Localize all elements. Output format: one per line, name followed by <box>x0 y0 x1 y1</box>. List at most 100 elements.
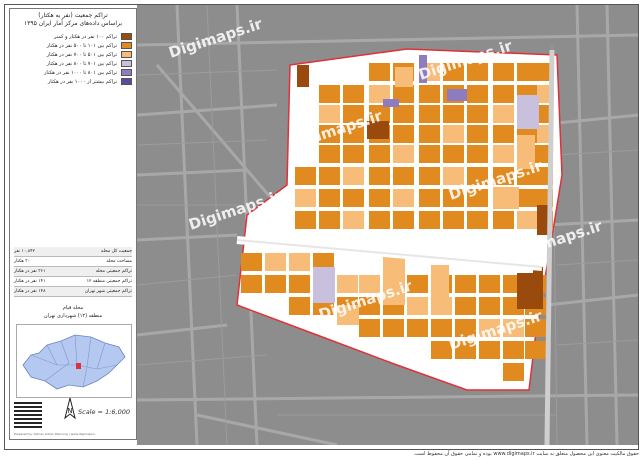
city-block <box>525 341 546 359</box>
city-block <box>467 105 488 123</box>
north-arrow-icon: N <box>64 398 76 420</box>
city-block <box>431 265 449 305</box>
city-block <box>343 189 364 207</box>
city-block <box>431 319 452 337</box>
city-block <box>503 341 524 359</box>
stat-label: مساحت محله <box>106 259 132 264</box>
city-block <box>383 319 404 337</box>
location-inset-map <box>16 324 132 398</box>
city-block <box>369 63 390 81</box>
city-block <box>393 125 414 143</box>
area-title: محله قیام منطقه (۱۲) شهرداری تهران <box>10 304 136 320</box>
legend-class-0: تراکم ۱۰۰ نفر در هکتار و کمتر <box>14 32 132 41</box>
city-block <box>393 189 414 207</box>
city-block <box>419 105 440 123</box>
stat-label: تراکم جمعیتی منطقه ۱۲ <box>86 279 132 284</box>
city-block <box>517 63 538 81</box>
city-block <box>343 85 364 103</box>
city-block <box>393 105 414 123</box>
city-block <box>467 125 488 143</box>
legend-class-label: تراکم ۱۰۰ نفر در هکتار و کمتر <box>54 33 117 40</box>
city-block <box>467 211 488 229</box>
legend-class-label: تراکم بین ۵۰۱ تا ۷۰۰ نفر در هکتار <box>46 51 117 58</box>
city-block <box>319 85 340 103</box>
legend-class-3: تراکم بین ۷۰۱ تا ۸۰۰ نفر در هکتار <box>14 59 132 68</box>
legend-panel: تراکم جمعیت (نفر به هکتار) براساس داده‌ه… <box>9 8 137 440</box>
city-block <box>479 275 500 293</box>
qr-code-icon <box>14 400 42 428</box>
legend-class-2: تراکم بین ۵۰۱ تا ۷۰۰ نفر در هکتار <box>14 50 132 59</box>
copyright-line: Prepared by: Tehran Urban Planning | www… <box>14 432 96 436</box>
city-block <box>517 95 539 129</box>
city-block <box>479 297 500 315</box>
legend-class-label: تراکم بیشتر از ۱۰۰۰ نفر در هکتار <box>47 78 117 85</box>
city-block <box>407 297 428 315</box>
legend-swatch <box>121 51 132 58</box>
stat-row-2: تراکم جمعیتی محله ۳۶۱ نفر در هکتار <box>14 267 132 277</box>
city-block <box>241 253 262 271</box>
scale-label: Scale = 1:6,000 <box>78 408 130 416</box>
city-block <box>467 145 488 163</box>
legend-class-1: تراکم بین ۱۰۱ تا ۵۰۰ نفر در هکتار <box>14 41 132 50</box>
city-block <box>443 145 464 163</box>
map-canvas[interactable]: Digimaps.ir Digimaps.ir Digimaps.ir Digimap… <box>136 4 639 447</box>
city-block <box>369 189 390 207</box>
city-block <box>419 189 440 207</box>
stat-value: ۱۴۸ نفر در هکتار <box>14 289 46 294</box>
svg-text:N: N <box>67 407 72 415</box>
legend-classes: تراکم ۱۰۰ نفر در هکتار و کمتر تراکم بین ۱… <box>10 32 136 86</box>
city-block <box>455 275 476 293</box>
stat-value: ۱۴۱ نفر در هکتار <box>14 279 46 284</box>
legend-class-5: تراکم بیشتر از ۱۰۰۰ نفر در هکتار <box>14 77 132 86</box>
city-block <box>319 145 340 163</box>
city-block <box>369 211 390 229</box>
city-block <box>319 211 340 229</box>
city-block <box>493 125 514 143</box>
city-block <box>443 105 464 123</box>
stat-label: تراکم جمعیتی شهر تهران <box>84 289 132 294</box>
city-block <box>343 167 364 185</box>
city-block <box>493 63 514 81</box>
city-block <box>493 211 514 229</box>
legend-title: تراکم جمعیت (نفر به هکتار) <box>38 12 108 19</box>
city-block <box>419 145 440 163</box>
city-block <box>447 89 467 101</box>
city-block <box>383 99 399 107</box>
statistics-table: جمعیت کل محله ۱۰,۸۴۲ نفر مساحت محله ۳۰ هکتا… <box>10 247 136 297</box>
legend-bottom: N Scale = 1:6,000 Prepared by: Tehran Ur… <box>14 398 132 436</box>
city-block <box>295 167 316 185</box>
district-name: منطقه (۱۲) شهرداری تهران <box>43 313 103 319</box>
legend-subtitle: براساس داده‌های مرکز آمار ایران ۱۳۹۵ <box>23 20 123 27</box>
city-block <box>313 267 335 303</box>
city-block <box>419 125 440 143</box>
city-block <box>393 145 414 163</box>
city-block <box>319 167 340 185</box>
stat-row-4: تراکم جمعیتی شهر تهران ۱۴۸ نفر در هکتار <box>14 287 132 297</box>
city-block <box>359 319 380 337</box>
city-block <box>265 253 286 271</box>
city-block <box>493 187 519 209</box>
footer-copyright: حقوق مالکیت معنوی این محصول متعلق به سای… <box>413 451 639 457</box>
city-block <box>337 275 358 293</box>
stat-row-1: مساحت محله ۳۰ هکتار <box>14 257 132 267</box>
legend-class-4: تراکم بین ۸۰۱ تا ۱۰۰۰ نفر در هکتار <box>14 68 132 77</box>
city-block <box>493 145 514 163</box>
legend-class-label: تراکم بین ۷۰۱ تا ۸۰۰ نفر در هکتار <box>46 60 117 67</box>
stat-row-0: جمعیت کل محله ۱۰,۸۴۲ نفر <box>14 247 132 257</box>
city-block <box>297 65 309 87</box>
city-block <box>241 275 262 293</box>
city-block <box>369 167 390 185</box>
city-block <box>503 363 524 381</box>
city-block <box>393 167 414 185</box>
city-block <box>517 189 538 207</box>
city-block <box>443 125 464 143</box>
stat-value: ۳۰ هکتار <box>14 259 31 264</box>
city-block <box>395 67 413 87</box>
city-block <box>343 145 364 163</box>
city-block <box>493 105 514 123</box>
legend-swatch <box>121 42 132 49</box>
legend-swatch <box>121 69 132 76</box>
legend-class-label: تراکم بین ۱۰۱ تا ۵۰۰ نفر در هکتار <box>46 42 117 49</box>
city-block <box>419 167 440 185</box>
city-block <box>295 211 316 229</box>
